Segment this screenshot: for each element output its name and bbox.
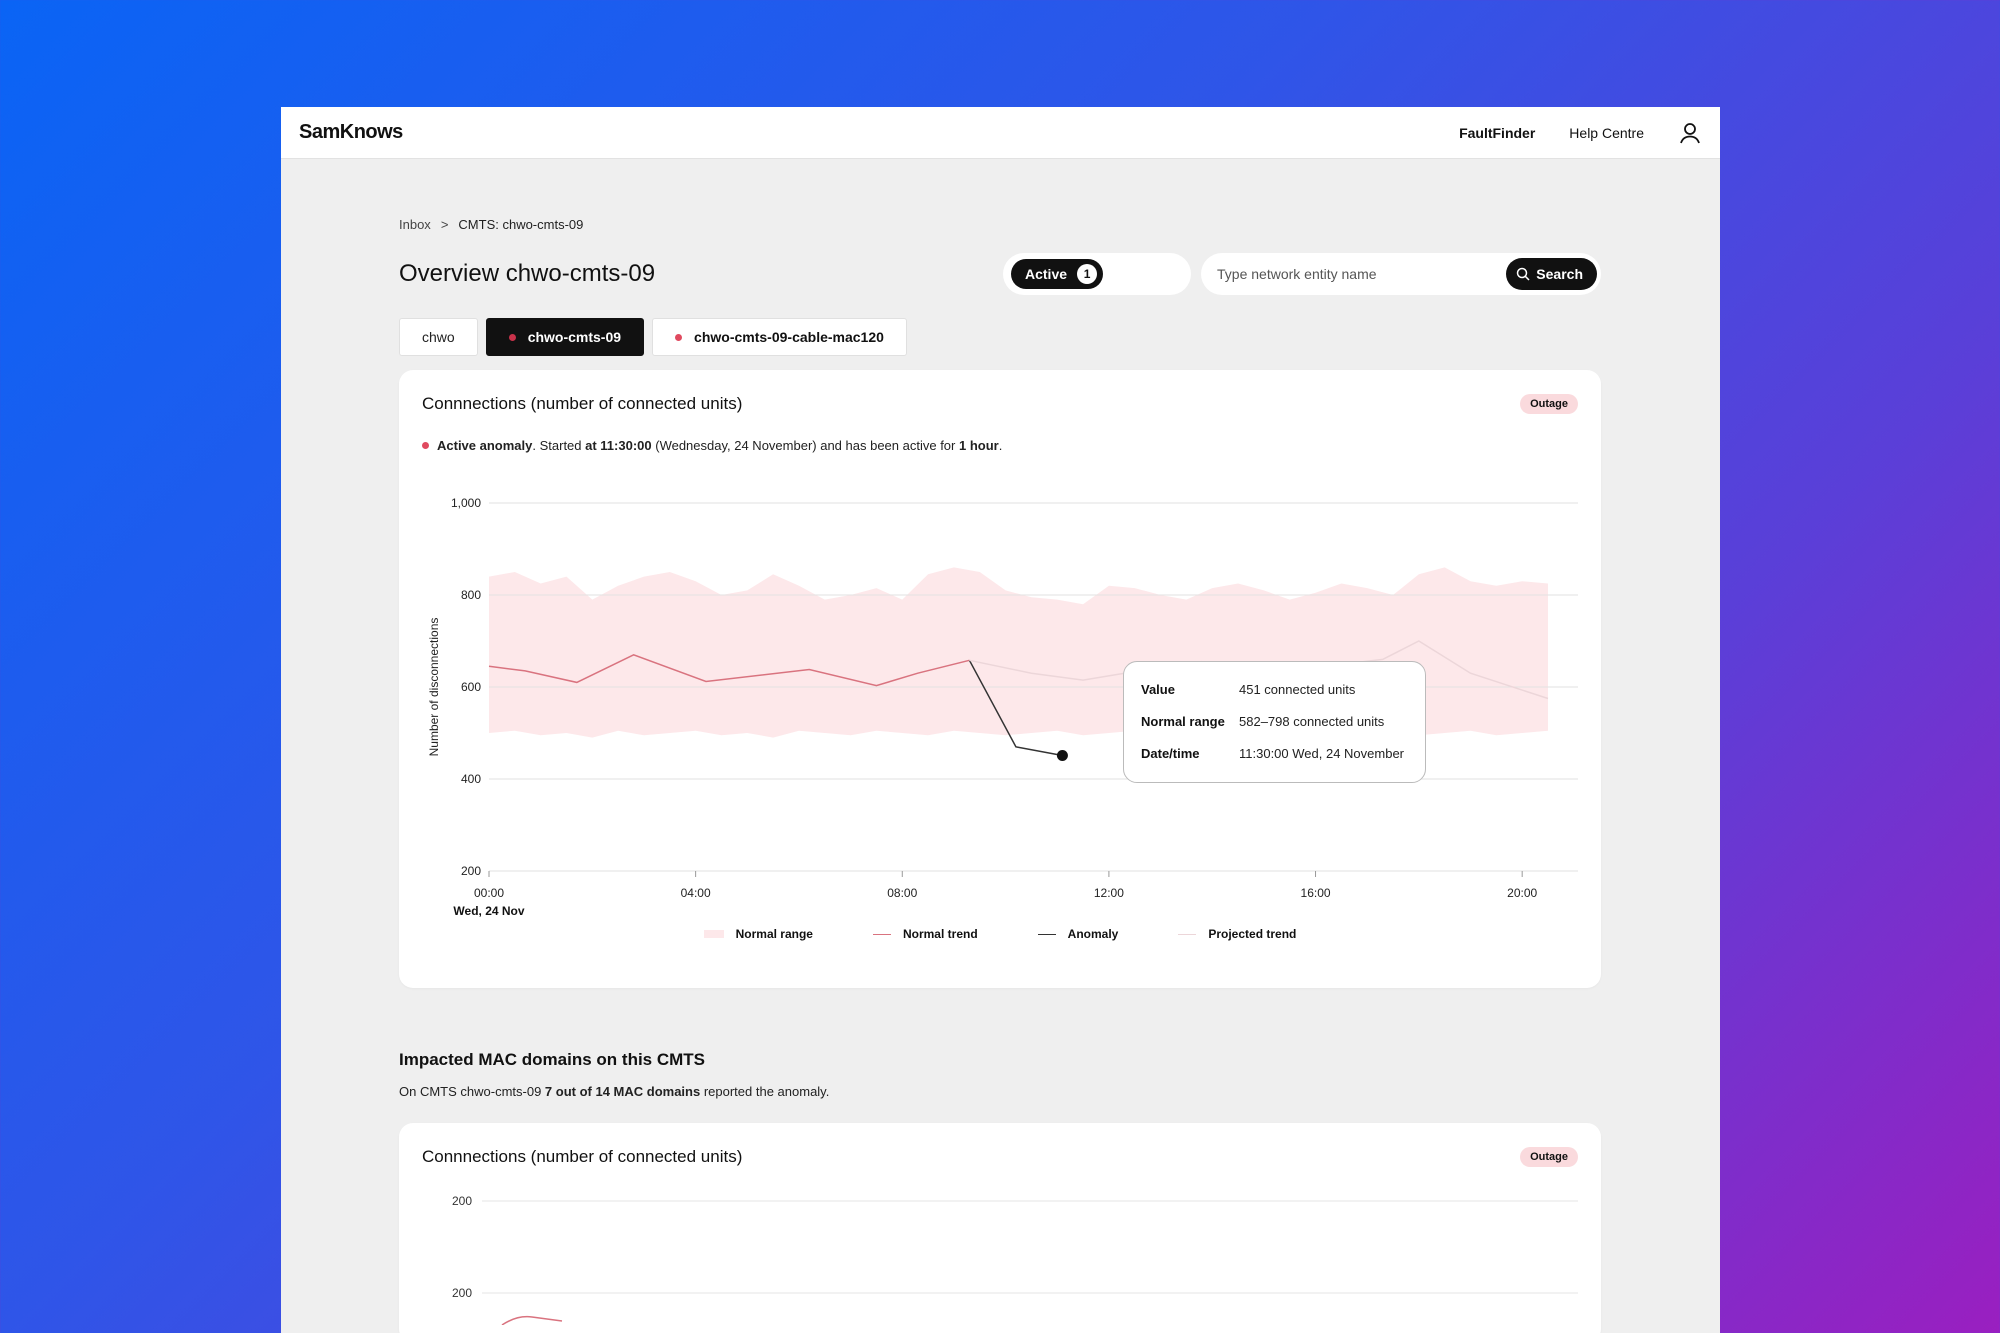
x-tick-label: 00:00 [474, 886, 504, 900]
summary-text-a: On CMTS chwo-cmts-09 [399, 1084, 545, 1099]
chart-legend: Normal range Normal trend Anomaly Projec… [422, 927, 1578, 941]
y-tick-label: 1,000 [451, 496, 481, 510]
tooltip-key: Value [1141, 682, 1175, 697]
card-title: Connnections (number of connected units) [422, 394, 743, 413]
page-title: Overview chwo-cmts-09 [399, 260, 656, 287]
anomaly-text: Active anomaly. Started at 11:30:00 (Wed… [437, 438, 1002, 453]
legend-normal-range[interactable]: Normal range [703, 927, 813, 941]
x-date-label: Wed, 24 Nov [453, 904, 524, 918]
tab-label: chwo-cmts-09-cable-mac120 [694, 329, 884, 345]
card-header: Connnections (number of connected units)… [422, 1147, 1578, 1167]
x-tick-label: 20:00 [1507, 886, 1537, 900]
tab-label: chwo [422, 329, 455, 345]
legend-normal-trend[interactable]: Normal trend [872, 927, 978, 941]
alert-dot-icon [422, 442, 429, 449]
entity-tabs: chwo chwo-cmts-09 chwo-cmts-09-cable-mac… [399, 318, 1601, 356]
tab-chwo-cmts-09-cable-mac120[interactable]: chwo-cmts-09-cable-mac120 [652, 318, 907, 356]
y-tick-label: 200 [461, 864, 481, 878]
impacted-mac-domains-summary: On CMTS chwo-cmts-09 7 out of 14 MAC dom… [399, 1084, 1601, 1099]
y-tick-label: 200 [452, 1286, 472, 1300]
anomaly-text-2: (Wednesday, 24 November) and has been ac… [651, 438, 959, 453]
main-content: Inbox > CMTS: chwo-cmts-09 Overview chwo… [399, 159, 1601, 1333]
tooltip-key: Date/time [1141, 746, 1200, 761]
nav-help-centre-link[interactable]: Help Centre [1569, 125, 1644, 141]
brand-logo[interactable]: SamKnows [299, 121, 403, 144]
status-filter: Active 1 [1003, 253, 1191, 295]
tooltip-row-range: Normal range 582–798 connected units [1141, 714, 1408, 746]
user-icon[interactable] [1678, 121, 1702, 145]
outage-badge: Outage [1520, 394, 1578, 414]
anomaly-summary: Active anomaly. Started at 11:30:00 (Wed… [422, 438, 1578, 453]
impacted-mac-domains-title: Impacted MAC domains on this CMTS [399, 1050, 706, 1069]
x-tick-label: 12:00 [1094, 886, 1124, 900]
legend-anomaly[interactable]: Anomaly [1037, 927, 1119, 941]
top-navigation-bar: SamKnows FaultFinder Help Centre [281, 107, 1720, 159]
y-tick-label: 200 [452, 1194, 472, 1208]
outage-badge: Outage [1520, 1147, 1578, 1167]
connections-chart-card: Connnections (number of connected units)… [399, 370, 1601, 988]
card-title: Connnections (number of connected units) [422, 1147, 743, 1166]
anomaly-bold-1: Active anomaly [437, 438, 533, 453]
page-header: Overview chwo-cmts-09 Active 1 Search [399, 253, 1601, 295]
series-line [501, 1315, 563, 1326]
active-status-toggle[interactable]: Active 1 [1011, 259, 1104, 289]
search-button-label: Search [1536, 266, 1583, 282]
breadcrumb-separator: > [440, 217, 449, 232]
tooltip-value: 11:30:00 Wed, 24 November [1239, 746, 1405, 761]
breadcrumb-inbox-link[interactable]: Inbox [399, 217, 431, 232]
anomaly-point [1056, 750, 1068, 762]
legend-label: Anomaly [1067, 927, 1119, 941]
tab-chwo[interactable]: chwo [399, 318, 478, 356]
tooltip-row-value: Value 451 connected units [1141, 682, 1408, 714]
mac-domain-chart[interactable]: 200 200 [422, 1175, 1578, 1326]
y-tick-label: 600 [461, 680, 481, 694]
anomaly-text-1: . Started [532, 438, 586, 453]
legend-swatch [703, 930, 724, 938]
x-tick-label: 16:00 [1301, 886, 1331, 900]
y-tick-label: 400 [461, 772, 481, 786]
nav-faultfinder-link[interactable]: FaultFinder [1459, 125, 1535, 141]
y-axis-label: Number of disconnections [427, 618, 441, 757]
tooltip-row-date: Date/time 11:30:00 Wed, 24 November [1141, 746, 1408, 778]
search-input[interactable] [1217, 266, 1507, 282]
search-icon [1517, 267, 1530, 281]
summary-bold: 7 out of 14 MAC domains [544, 1084, 701, 1099]
active-status-label: Active [1025, 266, 1068, 282]
mac-domain-chart-card: Connnections (number of connected units)… [399, 1123, 1601, 1333]
breadcrumb-current: CMTS: chwo-cmts-09 [458, 217, 584, 232]
tooltip-value: 451 connected units [1239, 682, 1356, 697]
tab-label: chwo-cmts-09 [527, 329, 622, 345]
legend-label: Normal trend [902, 927, 978, 941]
legend-swatch [1178, 933, 1197, 935]
legend-label: Normal range [735, 927, 813, 941]
chart-area: 1,000 800 600 400 200 00:00 04:00 08:00 12:00 16:… [422, 463, 1578, 923]
x-tick-label: 04:00 [681, 886, 711, 900]
tooltip-value: 582–798 connected units [1239, 714, 1385, 729]
y-tick-label: 800 [461, 588, 481, 602]
anomaly-bold-2: at 11:30:00 [585, 438, 652, 453]
app-window: SamKnows FaultFinder Help Centre Inbox >… [281, 107, 1720, 1333]
search-button[interactable]: Search [1506, 258, 1597, 290]
anomaly-dot-icon [508, 333, 516, 341]
legend-projected-trend[interactable]: Projected trend [1178, 927, 1296, 941]
anomaly-dot-icon [675, 333, 683, 341]
summary-text-b: reported the anomaly. [700, 1084, 830, 1099]
legend-label: Projected trend [1208, 927, 1297, 941]
search-bar: Search [1201, 253, 1601, 295]
card-header: Connnections (number of connected units)… [422, 394, 1578, 414]
legend-swatch [872, 933, 891, 935]
anomaly-text-3: . [998, 438, 1003, 453]
legend-swatch [1037, 933, 1056, 935]
nav-links: FaultFinder Help Centre [1459, 121, 1702, 145]
tab-chwo-cmts-09[interactable]: chwo-cmts-09 [485, 318, 645, 356]
data-point-tooltip: Value 451 connected units Normal range 5… [1123, 661, 1426, 783]
breadcrumb: Inbox > CMTS: chwo-cmts-09 [399, 217, 1601, 232]
tooltip-key: Normal range [1141, 714, 1225, 729]
active-count-badge: 1 [1077, 264, 1098, 284]
anomaly-bold-3: 1 hour [958, 438, 999, 453]
x-tick-label: 08:00 [887, 886, 917, 900]
